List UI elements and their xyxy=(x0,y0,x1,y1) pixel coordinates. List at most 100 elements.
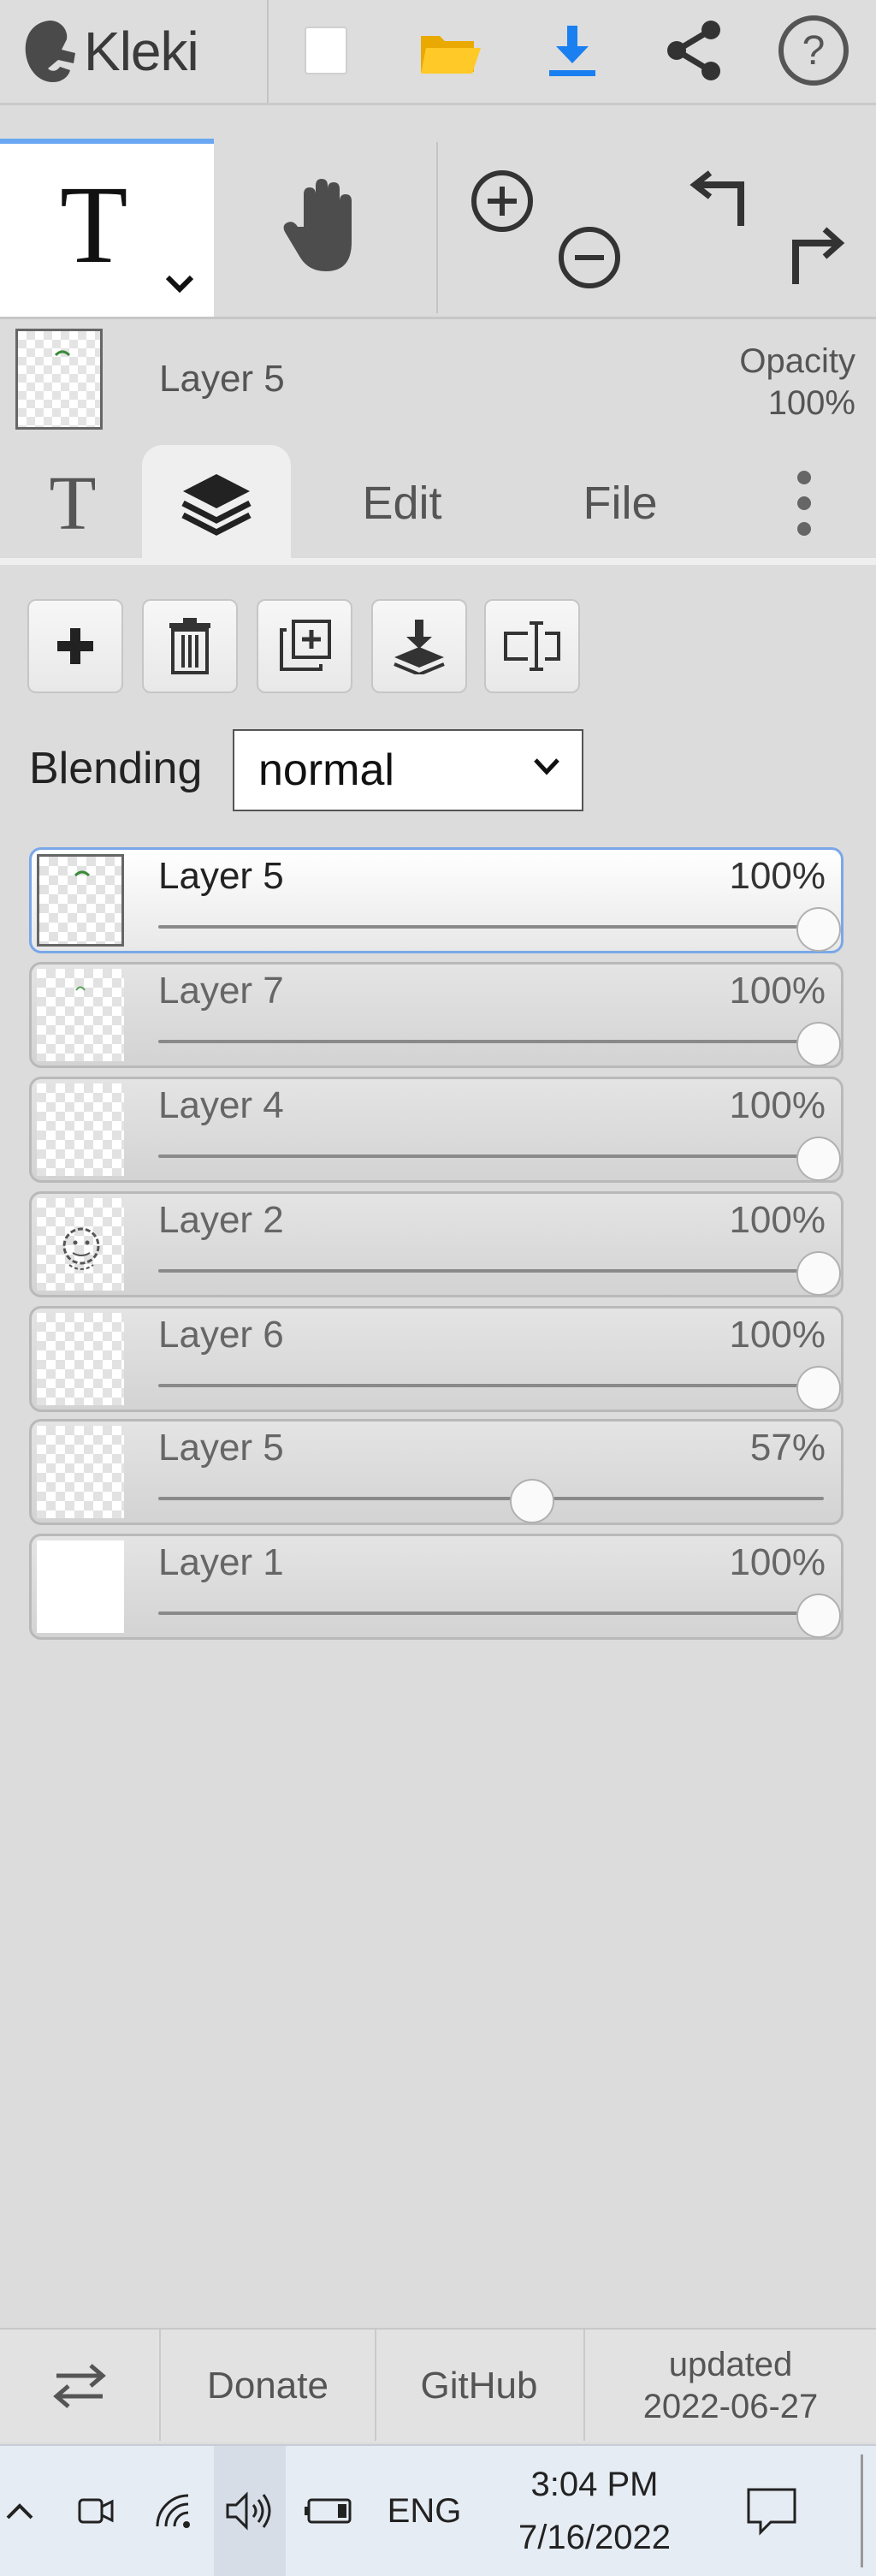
open-button[interactable] xyxy=(412,12,489,89)
swap-arrows-icon xyxy=(53,2364,106,2408)
text-tool-button[interactable]: T xyxy=(0,139,214,317)
layer-thumbnail xyxy=(37,1083,124,1176)
layer-thumbnail xyxy=(37,1198,124,1291)
merge-down-button[interactable] xyxy=(371,599,467,693)
merge-down-icon xyxy=(394,620,445,674)
opacity-slider-handle[interactable] xyxy=(796,1251,841,1296)
show-hidden-icons-button[interactable] xyxy=(0,2446,39,2576)
opacity-slider-track[interactable] xyxy=(158,1384,824,1387)
opacity-slider-handle[interactable] xyxy=(796,1366,841,1410)
layer-thumbnail xyxy=(37,1540,124,1633)
layer-row[interactable]: Layer 7 100% xyxy=(29,962,843,1068)
camera-button[interactable] xyxy=(68,2446,123,2576)
wifi-icon xyxy=(156,2494,190,2528)
volume-button[interactable] xyxy=(214,2446,286,2576)
layer-name: Layer 4 xyxy=(158,1084,284,1126)
download-button[interactable] xyxy=(534,12,611,89)
swap-panel-button[interactable] xyxy=(0,2330,159,2442)
undo-icon[interactable] xyxy=(690,168,758,236)
opacity-slider-track[interactable] xyxy=(158,1611,824,1615)
layer-thumbnail xyxy=(37,1313,124,1405)
language-indicator[interactable]: ENG xyxy=(380,2446,469,2576)
tab-layers[interactable] xyxy=(142,445,291,561)
network-button[interactable] xyxy=(145,2446,200,2576)
zoom-in-icon[interactable] xyxy=(469,168,536,234)
current-layer-thumbnail xyxy=(15,329,103,430)
opacity-slider-track[interactable] xyxy=(158,1497,824,1500)
layer-opacity: 100% xyxy=(729,855,826,897)
layer-row[interactable]: Layer 5 57% xyxy=(29,1419,843,1525)
battery-button[interactable] xyxy=(299,2446,359,2576)
opacity-slider-track[interactable] xyxy=(158,1269,824,1273)
new-image-button[interactable] xyxy=(287,12,364,89)
volume-icon xyxy=(226,2491,271,2531)
clock-time: 3:04 PM xyxy=(530,2466,659,2503)
divider xyxy=(267,0,269,103)
notifications-button[interactable] xyxy=(732,2446,811,2576)
tab-edit[interactable]: Edit xyxy=(334,445,471,561)
layer-row[interactable]: Layer 5 100% xyxy=(29,847,843,953)
share-icon xyxy=(667,21,720,80)
layer-row[interactable]: Layer 4 100% xyxy=(29,1077,843,1183)
opacity-slider-handle[interactable] xyxy=(796,1137,841,1181)
clock-date: 7/16/2022 xyxy=(518,2519,671,2556)
layer-row[interactable]: Layer 2 100% xyxy=(29,1191,843,1297)
chevron-down-icon[interactable] xyxy=(163,272,197,296)
add-layer-icon xyxy=(57,628,93,664)
layer-row[interactable]: Layer 1 100% xyxy=(29,1534,843,1640)
hand-tool-button[interactable] xyxy=(257,163,394,291)
divider xyxy=(375,2330,376,2441)
opacity-slider-handle[interactable] xyxy=(510,1479,555,1523)
updated-label: updated xyxy=(668,2346,793,2384)
current-layer-opacity: Opacity 100% xyxy=(693,341,855,424)
tab-text-tool[interactable]: T xyxy=(26,445,120,561)
layer-opacity: 100% xyxy=(729,1199,826,1241)
svg-text:?: ? xyxy=(802,28,826,74)
chevron-down-icon xyxy=(534,758,559,775)
clock[interactable]: 3:04 PM 7/16/2022 xyxy=(488,2446,701,2576)
divider xyxy=(159,2330,161,2441)
opacity-slider-track[interactable] xyxy=(158,1154,824,1158)
battery-icon xyxy=(305,2498,352,2524)
share-button[interactable] xyxy=(655,12,732,89)
rename-layer-button[interactable] xyxy=(484,599,580,693)
thumbnail-mark xyxy=(75,986,86,991)
layer-opacity: 100% xyxy=(729,1084,826,1126)
download-icon xyxy=(549,26,595,76)
notification-icon xyxy=(747,2488,796,2536)
delete-layer-button[interactable] xyxy=(142,599,238,693)
more-vertical-icon xyxy=(797,471,811,536)
rename-layer-icon xyxy=(504,621,560,671)
opacity-slider-handle[interactable] xyxy=(796,907,841,952)
github-link[interactable]: GitHub xyxy=(376,2330,582,2442)
kleki-logo[interactable]: Kleki xyxy=(19,10,199,92)
layer-opacity: 100% xyxy=(729,1314,826,1356)
redo-icon[interactable] xyxy=(778,221,847,289)
tab-file[interactable]: File xyxy=(556,445,684,561)
layers-icon xyxy=(181,474,252,536)
opacity-slider-handle[interactable] xyxy=(796,1594,841,1638)
opacity-value: 100% xyxy=(767,383,855,422)
opacity-slider-track[interactable] xyxy=(158,1040,824,1043)
duplicate-layer-button[interactable] xyxy=(257,599,352,693)
layer-thumbnail xyxy=(37,1426,124,1518)
donate-link[interactable]: Donate xyxy=(161,2330,375,2442)
layer-opacity: 100% xyxy=(729,1541,826,1583)
show-desktop-button[interactable] xyxy=(861,2454,863,2567)
app-name: Kleki xyxy=(84,21,199,82)
blending-select[interactable]: normal xyxy=(233,729,583,811)
text-tool-icon: T xyxy=(60,163,128,287)
zoom-out-icon[interactable] xyxy=(556,224,623,291)
layer-opacity: 100% xyxy=(729,970,826,1012)
add-layer-button[interactable] xyxy=(27,599,123,693)
opacity-label: Opacity xyxy=(739,342,855,380)
opacity-slider-track[interactable] xyxy=(158,925,824,929)
help-button[interactable]: ? xyxy=(775,12,852,89)
layer-thumbnail xyxy=(37,854,124,947)
updated-date: 2022-06-27 xyxy=(642,2388,819,2425)
footer-bar: Donate GitHub updated 2022-06-27 xyxy=(0,2328,876,2442)
more-menu-button[interactable] xyxy=(770,445,838,561)
layer-row[interactable]: Layer 6 100% xyxy=(29,1306,843,1412)
new-image-icon xyxy=(305,27,347,74)
opacity-slider-handle[interactable] xyxy=(796,1022,841,1066)
